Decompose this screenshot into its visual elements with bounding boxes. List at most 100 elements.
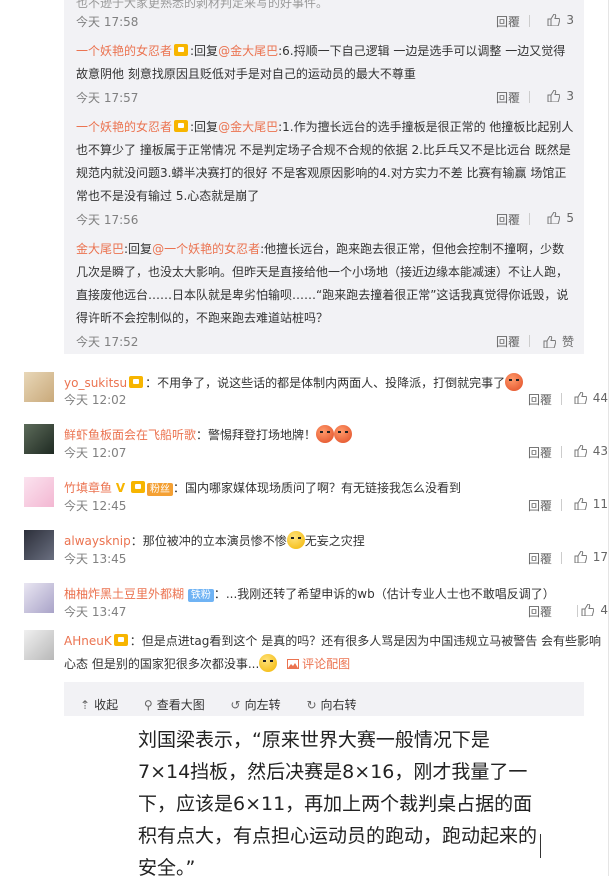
like-count: 5: [566, 211, 574, 225]
comment-text: ：警惕拜登打场地牌！: [196, 428, 317, 442]
reply-button[interactable]: 回覆: [528, 550, 552, 567]
reply-button[interactable]: 回覆: [496, 89, 520, 106]
reply-button[interactable]: 回覆: [528, 391, 552, 408]
reply-item: 一个妖艳的女忍者:回复@金大尾巴:6.捋顺一下自己逻辑 一边是选手可以调整 一边…: [76, 40, 576, 86]
comment-meta: 今天 13:45 回覆 17: [64, 550, 610, 566]
divider: [577, 605, 578, 617]
thumbs-up-icon: [547, 212, 561, 224]
divider: [529, 15, 530, 27]
divider: [561, 393, 562, 405]
rotate-left-label: 向左转: [244, 698, 281, 712]
comment-meta: 今天 12:02 回覆 44: [64, 391, 610, 407]
fan-badge: 粉丝: [146, 483, 173, 496]
rotate-left-button[interactable]: ↺ 向左转: [231, 698, 281, 712]
like-count: 17: [592, 550, 608, 564]
avatar[interactable]: [24, 477, 54, 507]
view-large-button[interactable]: ⚲ 查看大图: [144, 698, 205, 712]
comment-meta: 今天 13:47 回覆 4: [64, 603, 610, 619]
comment-body: AHneuK ：但是点进tag看到这个 是真的吗？还有很多人骂是因为中国违规立马被…: [64, 630, 610, 676]
comment-image-label: 评论配图: [302, 657, 351, 671]
divider: [561, 552, 562, 564]
reply-meta: 今天 17:58 回覆 3: [76, 13, 576, 29]
reply-username[interactable]: 一个妖艳的女忍者: [76, 120, 172, 134]
reply-username[interactable]: 一个妖艳的女忍者: [76, 44, 172, 58]
thumbs-up-icon: [574, 445, 587, 457]
comment-image[interactable]: 刘国梁表示，“原来世界大赛一般情况下是7×14挡板，然后决赛是8×16，刚才我量…: [64, 716, 584, 879]
reply-item: 一个妖艳的女忍者:回复@金大尾巴:1.作为擅长远台的选手撞板是很正常的 他撞板比…: [76, 116, 576, 208]
member-badge-icon: [130, 481, 145, 493]
comment-meta: 今天 12:45 回覆 11: [64, 497, 610, 513]
sweat-emoji-icon: [259, 654, 278, 672]
comment-time: 今天 13:45: [64, 552, 127, 566]
mention-link[interactable]: @金大尾巴: [218, 120, 278, 134]
like-count: 赞: [561, 335, 574, 349]
image-cursor-line: [540, 834, 541, 858]
mention-link[interactable]: @一个妖艳的女忍者: [152, 242, 260, 256]
comment-text: ：...我刚还转了希望申诉的wb（估计专业人士也不敢唱反调了）: [213, 587, 555, 601]
avatar[interactable]: [24, 424, 54, 454]
reply-meta: 今天 17:52 回覆 赞: [76, 333, 576, 349]
comment-image-link[interactable]: 评论配图: [283, 657, 350, 671]
reply-meta: 今天 17:57 回覆 3: [76, 89, 576, 105]
angry-emoji-icon: [505, 373, 524, 391]
divider: [561, 499, 562, 511]
comment-time: 今天 12:07: [64, 446, 127, 460]
avatar[interactable]: [24, 630, 54, 660]
comment-username[interactable]: 柚柚炸黑土豆里外都糊: [64, 587, 184, 601]
verified-v-icon: V: [115, 481, 126, 495]
like-button[interactable]: 5: [547, 211, 574, 225]
like-count: 4: [600, 603, 608, 617]
avatar[interactable]: [24, 372, 54, 402]
comment-time: 今天 13:47: [64, 605, 127, 619]
view-large-label: 查看大图: [156, 698, 205, 712]
collapse-label: 收起: [94, 698, 119, 712]
image-toolbar: ⇡ 收起 ⚲ 查看大图 ↺ 向左转 ↻ 向右转: [80, 696, 379, 712]
thumbs-up-icon: [574, 498, 587, 510]
divider: [529, 335, 530, 347]
thumbs-up-icon: [547, 14, 561, 26]
comment-username[interactable]: alwaysknip: [64, 534, 131, 548]
reply-username[interactable]: 金大尾巴: [76, 242, 124, 256]
rotate-left-icon: ↺: [230, 698, 241, 712]
reply-button[interactable]: 回覆: [496, 333, 520, 350]
comment-username[interactable]: 鲜虾鱼板面会在飞船听歌: [64, 428, 196, 442]
comment-text: ：国内哪家媒体现场质问了啊？有无链接我怎么没看到: [172, 481, 461, 495]
like-button[interactable]: 43: [574, 444, 608, 458]
comment-text-tail: 无妄之灾捏: [304, 534, 365, 548]
like-button[interactable]: 44: [574, 391, 608, 405]
thumbs-up-icon: [547, 90, 561, 102]
like-count: 3: [566, 89, 574, 103]
like-button[interactable]: 17: [574, 550, 608, 564]
comment-image-viewer: ⇡ 收起 ⚲ 查看大图 ↺ 向左转 ↻ 向右转 刘国梁表示，“原来世界大赛一般情况下是7…: [64, 682, 584, 879]
member-badge-icon: [129, 376, 144, 388]
comment-text: ：不用争了，说这些话的都是体制内两面人、投降派，打倒就完事了: [145, 376, 506, 390]
like-button[interactable]: 3: [547, 89, 574, 103]
comment-username[interactable]: yo_sukitsu: [64, 376, 127, 390]
like-count: 11: [592, 497, 608, 511]
like-button[interactable]: 赞: [543, 333, 574, 350]
mention-link[interactable]: @金大尾巴: [218, 44, 278, 58]
comment-time: 今天 12:45: [64, 499, 127, 513]
like-button[interactable]: 4: [581, 603, 608, 617]
reply-button[interactable]: 回覆: [528, 603, 552, 620]
angry-emoji-icon: [316, 425, 335, 443]
reply-button[interactable]: 回覆: [528, 497, 552, 514]
rotate-right-button[interactable]: ↻ 向右转: [306, 698, 356, 712]
like-button[interactable]: 11: [574, 497, 608, 511]
reply-button[interactable]: 回覆: [496, 13, 520, 30]
avatar[interactable]: [24, 583, 54, 613]
like-button[interactable]: 3: [547, 13, 574, 27]
thumbs-up-icon: [574, 392, 587, 404]
reply-button[interactable]: 回覆: [528, 444, 552, 461]
reply-time: 今天 17:58: [76, 15, 139, 29]
avatar[interactable]: [24, 530, 54, 560]
collapse-button[interactable]: ⇡ 收起: [80, 698, 118, 712]
comment-username[interactable]: AHneuK: [64, 634, 112, 648]
angry-emoji-icon: [334, 425, 353, 443]
reply-time: 今天 17:52: [76, 335, 139, 349]
reply-meta: 今天 17:56 回覆 5: [76, 211, 576, 227]
comment-username[interactable]: 竹填章鱼: [64, 481, 112, 495]
reply-button[interactable]: 回覆: [496, 211, 520, 228]
reply-item: 金大尾巴:回复@一个妖艳的女忍者:他擅长远台，跑来跑去很正常，但他会控制不撞啊，…: [76, 238, 576, 330]
image-icon: [287, 659, 300, 669]
